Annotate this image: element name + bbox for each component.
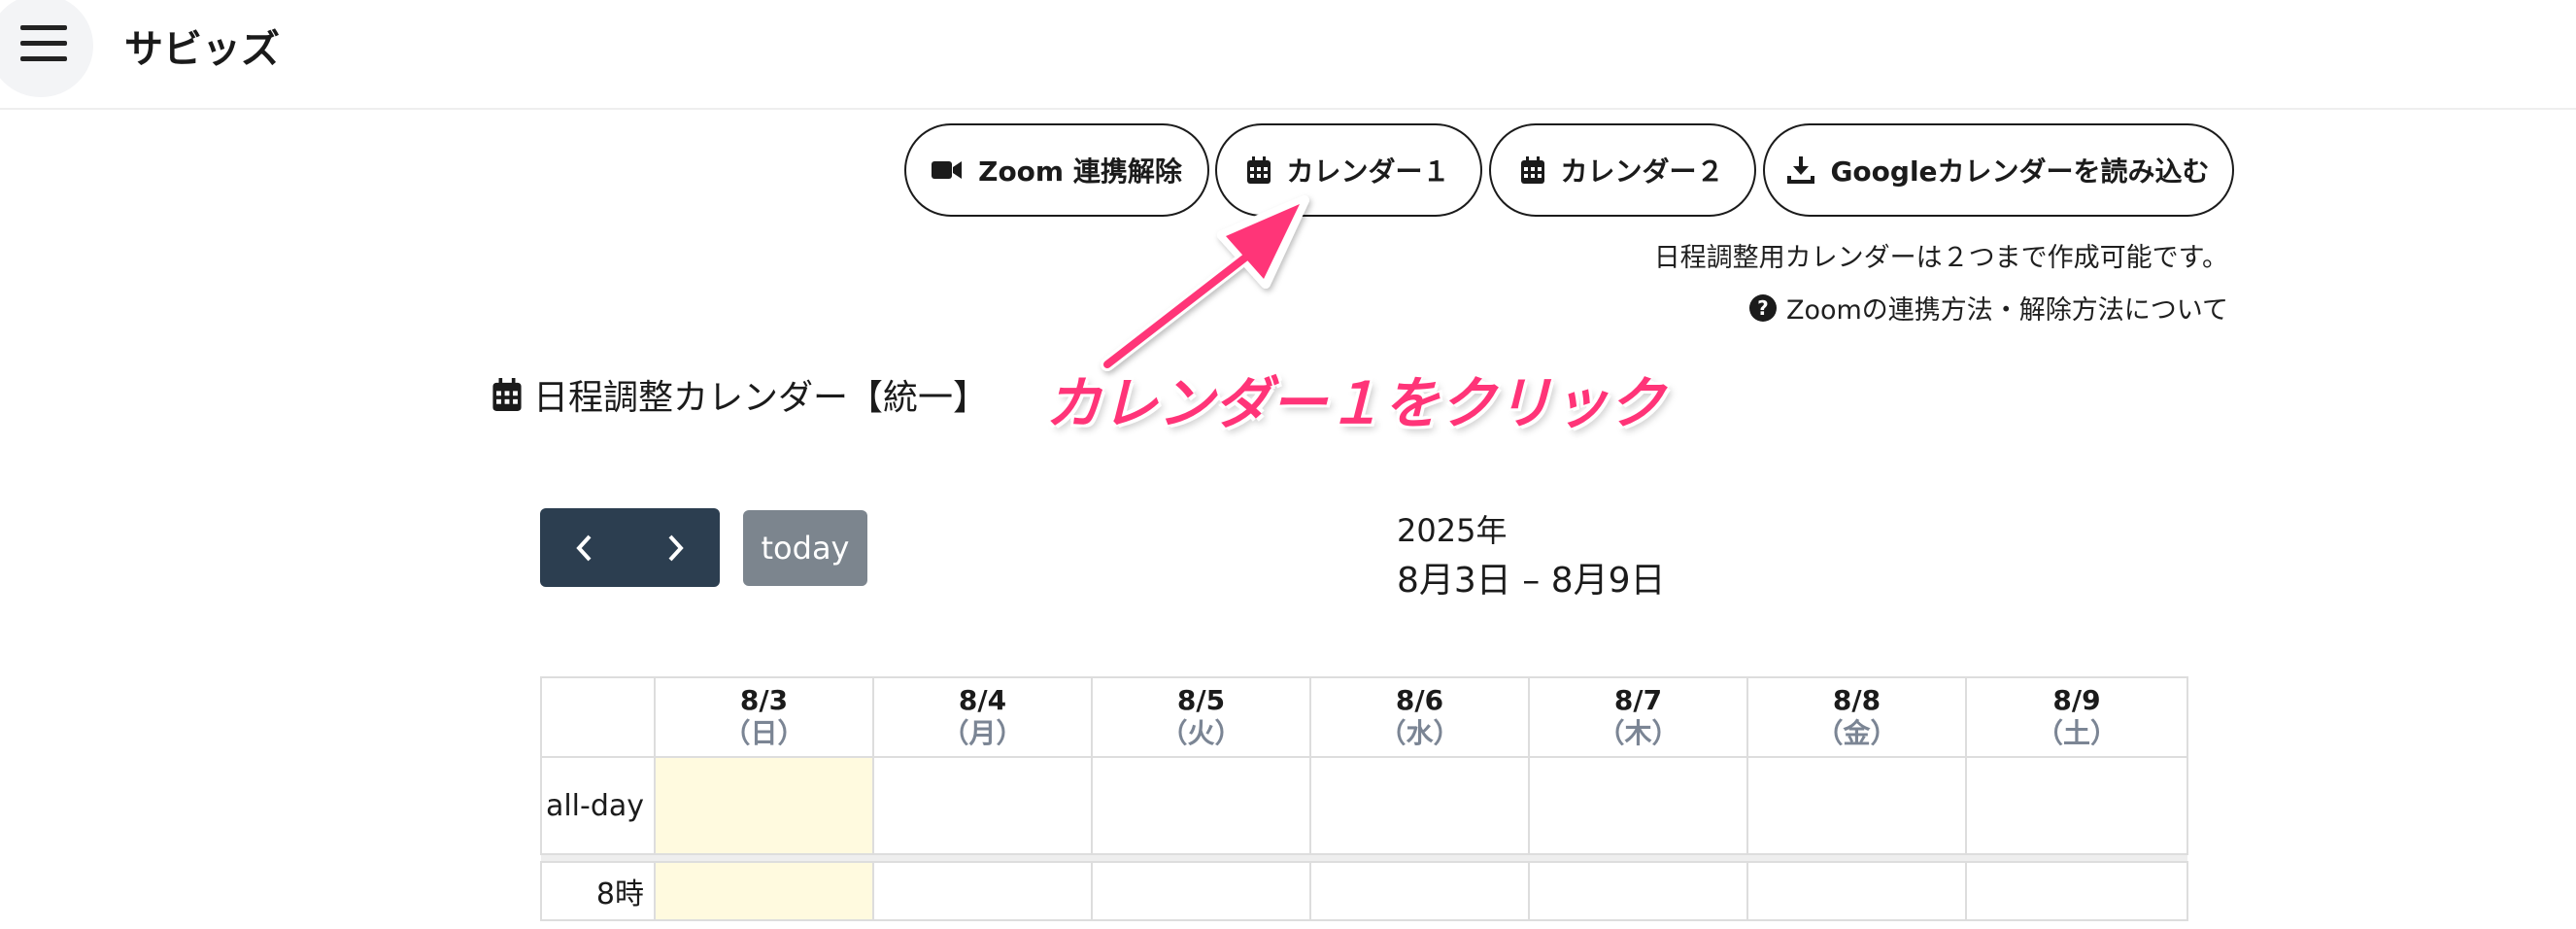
day-weekday: （水） (1378, 717, 1461, 749)
time-label: 8時 (540, 861, 656, 921)
chevron-right-icon (668, 534, 684, 561)
allday-cell[interactable] (1309, 756, 1530, 855)
day-weekday: （土） (2035, 717, 2118, 749)
day-header-3[interactable]: 8/6 （水） (1309, 676, 1530, 758)
corner-cell (540, 676, 656, 758)
day-weekday: （月） (941, 717, 1024, 749)
chevron-left-icon (576, 534, 592, 561)
time-slot-cell-today[interactable] (654, 861, 874, 921)
time-slot-cell[interactable] (1965, 861, 2188, 921)
day-date: 8/3 (739, 684, 789, 716)
annotation-text: カレンダー１をクリック (1045, 370, 1666, 436)
next-week-button[interactable] (630, 508, 721, 587)
day-date: 8/5 (1176, 684, 1226, 716)
time-slot-cell[interactable] (1091, 861, 1311, 921)
week-nav-group (540, 508, 720, 587)
day-date: 8/7 (1613, 684, 1663, 716)
time-slot-cell[interactable] (1746, 861, 1967, 921)
today-button[interactable]: today (743, 510, 867, 586)
time-slot-cell[interactable] (872, 861, 1093, 921)
day-date: 8/9 (2052, 684, 2101, 716)
allday-cell[interactable] (1746, 756, 1967, 855)
day-header-6[interactable]: 8/9 （土） (1965, 676, 2188, 758)
time-slot-row-8: 8時 (540, 861, 2188, 921)
prev-week-button[interactable] (540, 508, 630, 587)
allday-cell-today[interactable] (654, 756, 874, 855)
day-date: 8/4 (958, 684, 1007, 716)
calendar-date-range: 8月3日 – 8月9日 (1397, 561, 1666, 601)
day-header-row: 8/3 （日） 8/4 （月） 8/5 （火） 8/6 （水） 8/7 （木） 8/8 （金… (540, 676, 2188, 758)
day-weekday: （金） (1815, 717, 1898, 749)
calendar-year: 2025年 (1397, 512, 1508, 549)
allday-cell[interactable] (872, 756, 1093, 855)
day-header-1[interactable]: 8/4 （月） (872, 676, 1093, 758)
day-weekday: （火） (1160, 717, 1242, 749)
day-weekday: （日） (723, 717, 805, 749)
day-header-0[interactable]: 8/3 （日） (654, 676, 874, 758)
allday-divider (541, 853, 2187, 863)
week-calendar-grid: 8/3 （日） 8/4 （月） 8/5 （火） 8/6 （水） 8/7 （木） 8/8 （金… (540, 676, 2188, 929)
allday-cell[interactable] (1965, 756, 2188, 855)
allday-row: all-day (540, 756, 2188, 855)
allday-cell[interactable] (1091, 756, 1311, 855)
day-header-5[interactable]: 8/8 （金） (1746, 676, 1967, 758)
day-date: 8/8 (1832, 684, 1881, 716)
day-weekday: （木） (1597, 717, 1679, 749)
allday-label: all-day (540, 756, 656, 855)
day-date: 8/6 (1395, 684, 1444, 716)
day-header-4[interactable]: 8/7 （木） (1528, 676, 1748, 758)
allday-cell[interactable] (1528, 756, 1748, 855)
day-header-2[interactable]: 8/5 （火） (1091, 676, 1311, 758)
time-slot-cell[interactable] (1528, 861, 1748, 921)
time-slot-cell[interactable] (1309, 861, 1530, 921)
